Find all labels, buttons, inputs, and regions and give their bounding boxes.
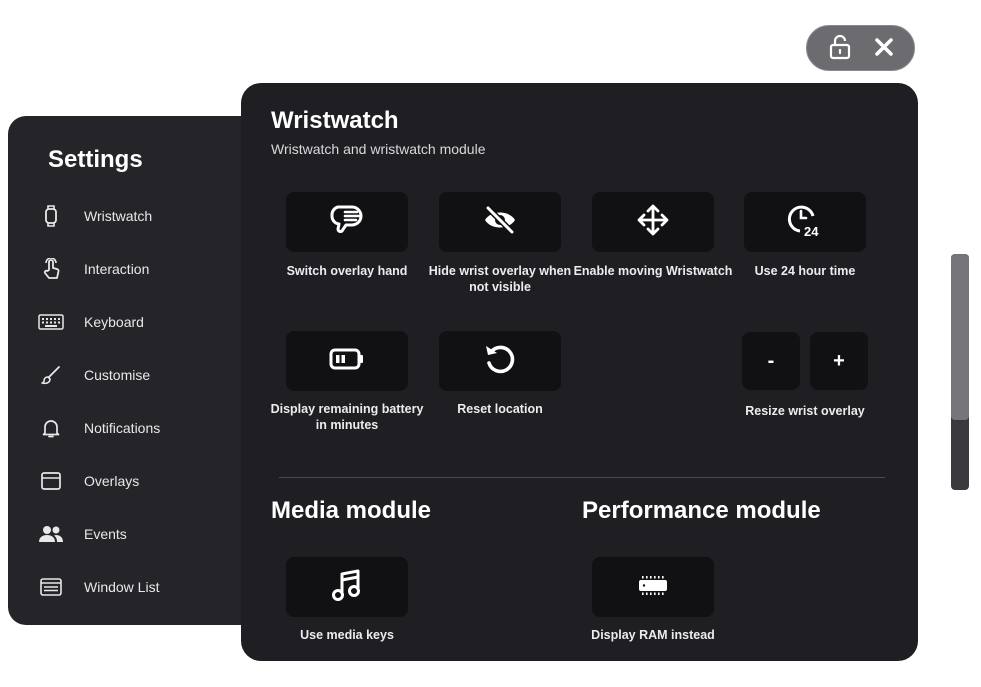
resize-minus-button[interactable]: - (742, 332, 800, 390)
close-icon (874, 37, 894, 62)
wristwatch-settings-panel: Wristwatch Wristwatch and wristwatch mod… (241, 83, 918, 661)
resize-plus-button[interactable]: + (810, 332, 868, 390)
display-battery-minutes-label: Display remaining battery in minutes (270, 402, 424, 432)
sidebar-item-keyboard[interactable]: Keyboard (38, 304, 248, 340)
reset-location-button[interactable] (439, 331, 561, 391)
sidebar-item-wristwatch[interactable]: Wristwatch (38, 198, 248, 234)
scrollbar[interactable] (951, 254, 969, 490)
enable-moving-wristwatch-button[interactable] (592, 192, 714, 252)
unlock-icon (829, 34, 851, 65)
pointer-hand-icon (38, 258, 64, 280)
ram-chip-icon (636, 574, 670, 601)
people-icon (38, 523, 64, 545)
window-icon (38, 470, 64, 492)
unlock-button[interactable] (825, 34, 855, 65)
brush-icon (38, 364, 64, 386)
sidebar-item-notifications[interactable]: Notifications (38, 410, 248, 446)
keyboard-icon (38, 311, 64, 333)
page-subtitle: Wristwatch and wristwatch module (271, 141, 486, 157)
sidebar-item-label: Customise (84, 367, 151, 383)
sidebar-item-events[interactable]: Events (38, 516, 248, 552)
sidebar-item-overlays[interactable]: Overlays (38, 463, 248, 499)
section-divider (279, 477, 885, 478)
sidebar-item-label: Events (84, 526, 127, 542)
window-list-icon (38, 576, 64, 598)
hide-wrist-overlay-button[interactable] (439, 192, 561, 252)
performance-module-title: Performance module (582, 497, 821, 524)
sidebar-item-label: Wristwatch (84, 208, 153, 224)
use-24-hour-time-button[interactable]: 24 (744, 192, 866, 252)
sidebar-item-label: Interaction (84, 261, 150, 277)
resize-wrist-overlay-label: Resize wrist overlay (745, 404, 865, 418)
move-arrows-icon (636, 203, 670, 242)
sidebar-item-label: Keyboard (84, 314, 144, 330)
reset-location-label: Reset location (457, 402, 543, 416)
enable-moving-wristwatch-label: Enable moving Wristwatch (573, 264, 733, 278)
switch-overlay-hand-button[interactable] (286, 192, 408, 252)
battery-icon (329, 348, 365, 375)
sidebar-item-label: Overlays (84, 473, 140, 489)
switch-overlay-hand-label: Switch overlay hand (286, 264, 408, 278)
sidebar-item-customise[interactable]: Customise (38, 357, 248, 393)
use-24-hour-time-label: Use 24 hour time (754, 264, 856, 278)
sidebar-item-interaction[interactable]: Interaction (38, 251, 248, 287)
display-battery-minutes-button[interactable] (286, 331, 408, 391)
hide-wrist-overlay-label: Hide wrist overlay when not visible (428, 264, 572, 294)
svg-text:24: 24 (804, 224, 819, 237)
watch-icon (38, 205, 64, 227)
media-module-title: Media module (271, 497, 432, 524)
use-media-keys-label: Use media keys (300, 628, 394, 642)
sidebar-title: Settings (48, 146, 143, 173)
display-ram-button[interactable] (592, 557, 714, 617)
hand-switch-icon (328, 203, 366, 242)
display-ram-label: Display RAM instead (591, 628, 715, 642)
music-note-icon (332, 568, 362, 607)
eye-off-icon (483, 205, 517, 240)
clock-24-icon: 24 (787, 203, 823, 242)
page-title: Wristwatch (271, 107, 399, 134)
scrollbar-thumb[interactable] (951, 254, 969, 420)
use-media-keys-button[interactable] (286, 557, 408, 617)
sidebar-item-label: Notifications (84, 420, 161, 436)
sidebar-item-window-list[interactable]: Window List (38, 569, 248, 605)
close-button[interactable] (869, 35, 899, 63)
reset-icon (482, 341, 518, 382)
sidebar-item-label: Window List (84, 579, 160, 595)
bell-icon (38, 417, 64, 439)
window-controls (806, 25, 915, 71)
